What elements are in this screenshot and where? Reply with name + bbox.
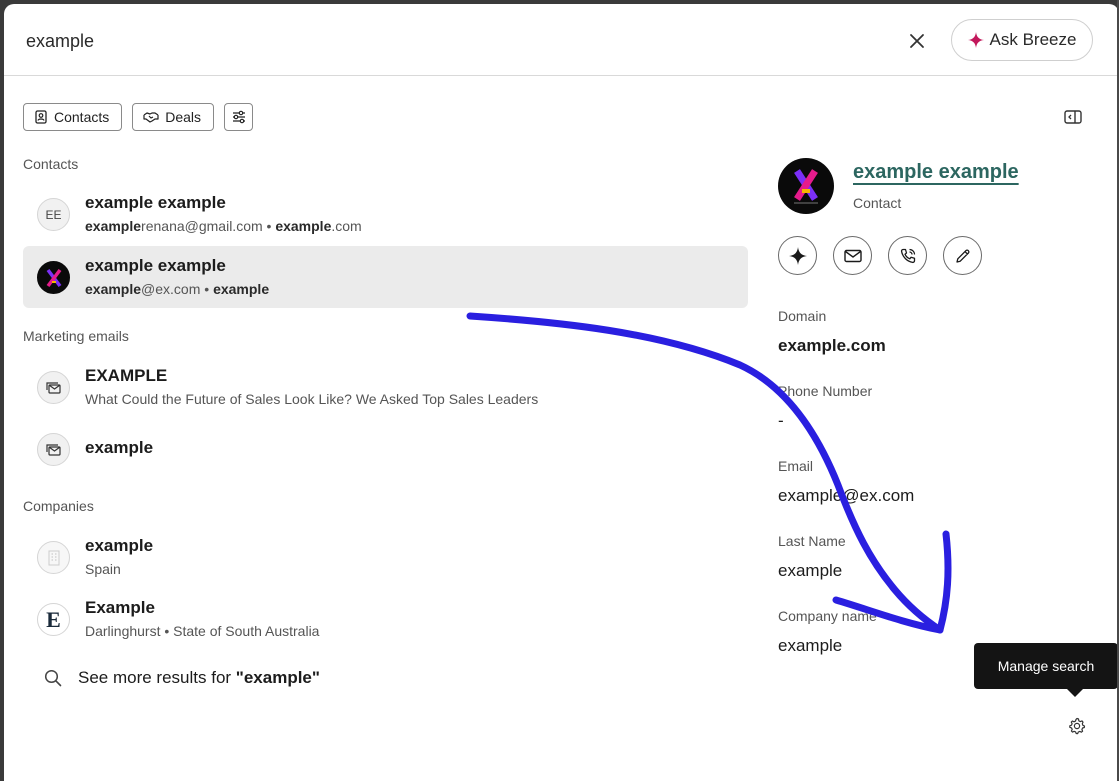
filter-settings-button[interactable] xyxy=(224,103,254,131)
handshake-icon xyxy=(143,112,159,123)
pencil-icon xyxy=(955,249,969,263)
company-name: Example xyxy=(85,598,155,617)
filter-deals[interactable]: Deals xyxy=(132,103,215,131)
company-logo: E xyxy=(37,603,70,636)
contact-result[interactable]: EE example example examplerenana@gmail.c… xyxy=(23,183,748,245)
field-value-email: example@ex.com xyxy=(778,486,915,505)
search-input[interactable] xyxy=(26,24,886,58)
manage-search-button[interactable] xyxy=(1066,715,1088,737)
contact-result-selected[interactable]: example example example@ex.com • example xyxy=(23,246,748,308)
ask-breeze-button[interactable]: Ask Breeze xyxy=(951,19,1093,61)
section-companies-title: Companies xyxy=(23,498,94,514)
ask-breeze-label: Ask Breeze xyxy=(989,30,1077,49)
search-icon xyxy=(44,669,62,687)
gear-icon xyxy=(1069,717,1086,735)
field-value-domain: example.com xyxy=(778,336,886,355)
company-result[interactable]: example Spain xyxy=(23,526,748,588)
contact-name: example example xyxy=(85,256,226,275)
preview-avatar xyxy=(778,158,834,214)
section-marketing-title: Marketing emails xyxy=(23,328,129,344)
company-result[interactable]: E Example Darlinghurst • State of South … xyxy=(23,588,748,650)
filter-contacts[interactable]: Contacts xyxy=(23,103,123,131)
company-location: Darlinghurst • State of South Australia xyxy=(85,623,320,639)
filter-contacts-label: Contacts xyxy=(54,109,110,125)
company-name: example xyxy=(85,536,154,555)
email-icon-avatar xyxy=(37,433,70,466)
x-logo-icon xyxy=(794,169,818,204)
x-logo-icon xyxy=(46,268,61,287)
manage-search-tooltip: Manage search xyxy=(974,643,1118,697)
company-location: Spain xyxy=(85,561,121,577)
field-label-domain: Domain xyxy=(778,308,827,324)
company-logo-letter: E xyxy=(46,606,61,632)
call-action-button[interactable] xyxy=(888,236,927,275)
filter-bar: Contacts Deals xyxy=(23,103,254,131)
sparkle-icon xyxy=(788,246,807,265)
preview-contact-name-link[interactable]: example example xyxy=(853,161,1019,184)
avatar: EE xyxy=(37,198,70,231)
email-action-button[interactable] xyxy=(833,236,872,275)
email-title: example xyxy=(85,438,154,457)
preview-actions xyxy=(778,236,982,275)
close-icon xyxy=(910,34,924,48)
field-value-last-name: example xyxy=(778,561,843,580)
email-title: EXAMPLE xyxy=(85,366,168,385)
edit-action-button[interactable] xyxy=(943,236,982,275)
see-more-results-link[interactable]: See more results for "example" xyxy=(44,668,320,688)
envelope-icon xyxy=(843,249,862,262)
marketing-email-result[interactable]: EXAMPLE What Could the Future of Sales L… xyxy=(23,356,748,418)
email-subject: What Could the Future of Sales Look Like… xyxy=(85,391,539,407)
building-icon xyxy=(48,550,59,565)
contact-name: example example xyxy=(85,193,226,212)
ai-action-button[interactable] xyxy=(778,236,817,275)
field-label-company-name: Company name xyxy=(778,608,877,624)
email-stack-icon xyxy=(45,381,61,394)
field-label-phone: Phone Number xyxy=(778,383,873,399)
field-value-company-name: example xyxy=(778,636,843,655)
field-label-email: Email xyxy=(778,458,814,474)
contact-details: examplerenana@gmail.com • example.com xyxy=(85,218,362,234)
global-search-dialog: Ask Breeze Contacts Deals Contacts EE ex… xyxy=(4,4,1119,781)
marketing-email-result[interactable]: example xyxy=(23,418,748,480)
close-button[interactable] xyxy=(902,26,932,56)
email-icon-avatar xyxy=(37,371,70,404)
panel-collapse-icon xyxy=(1064,110,1082,124)
see-more-label: See more results for "example" xyxy=(78,668,320,687)
field-label-last-name: Last Name xyxy=(778,533,846,549)
sliders-icon xyxy=(232,110,245,124)
tooltip-text: Manage search xyxy=(997,658,1095,674)
toggle-preview-button[interactable] xyxy=(1062,107,1084,127)
avatar xyxy=(37,261,70,294)
phone-icon xyxy=(900,248,915,263)
contacts-icon xyxy=(35,110,47,124)
email-stack-icon xyxy=(45,443,61,456)
sparkle-icon xyxy=(967,32,984,48)
field-value-phone: - xyxy=(778,411,784,430)
contact-details: example@ex.com • example xyxy=(85,281,270,297)
section-contacts-title: Contacts xyxy=(23,156,79,172)
filter-deals-label: Deals xyxy=(165,109,202,125)
preview-record-type: Contact xyxy=(853,195,902,211)
company-logo xyxy=(37,541,70,574)
search-bar: Ask Breeze xyxy=(4,4,1119,76)
